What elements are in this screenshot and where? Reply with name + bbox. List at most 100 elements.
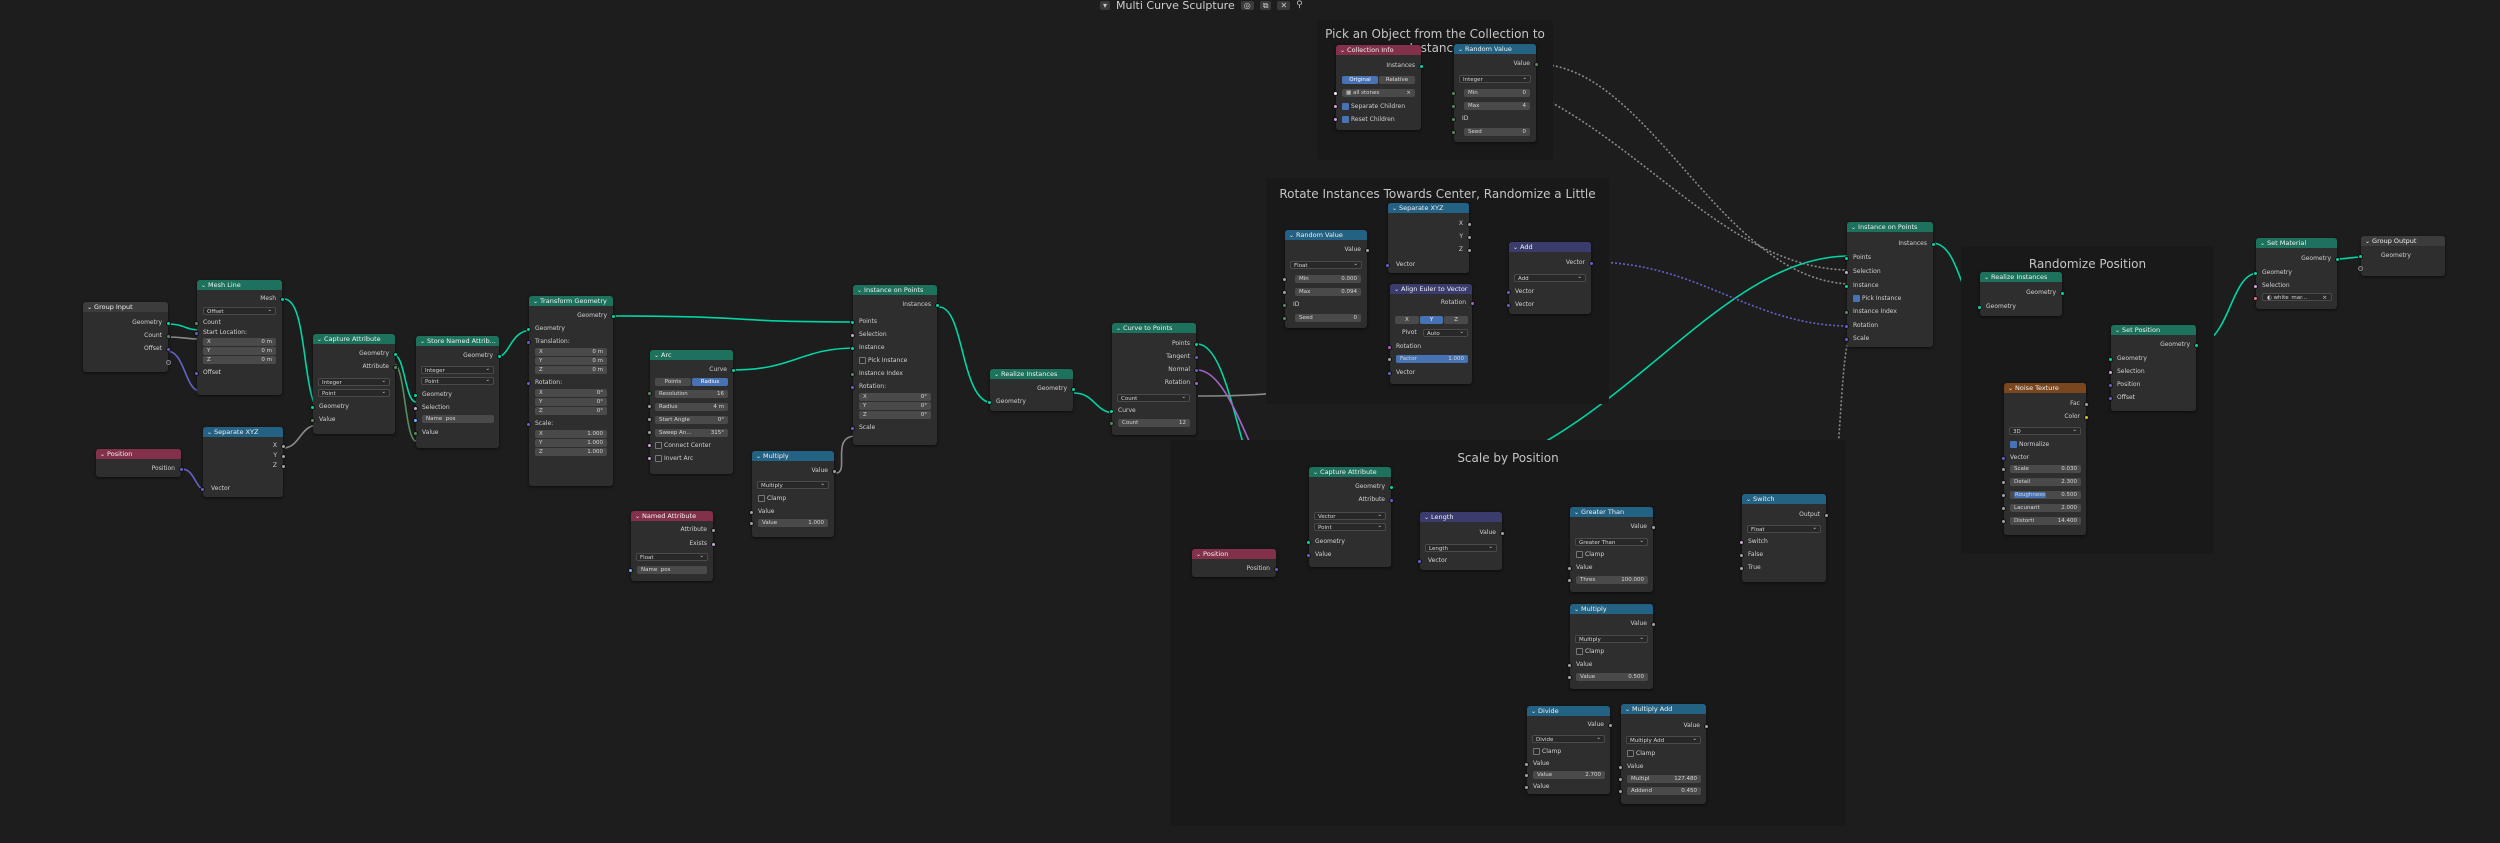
output-socket[interactable]: [1467, 235, 1472, 240]
input-socket[interactable]: [647, 456, 652, 461]
input-socket[interactable]: [194, 331, 199, 336]
input-socket[interactable]: [1977, 305, 1982, 310]
data-type-dropdown[interactable]: Vector: [1314, 512, 1386, 520]
original-option[interactable]: Original: [1342, 76, 1378, 84]
operation-dropdown[interactable]: Add: [1514, 274, 1586, 282]
input-socket[interactable]: [1282, 290, 1287, 295]
input-socket[interactable]: [1451, 91, 1456, 96]
output-socket[interactable]: [711, 542, 716, 547]
input-socket[interactable]: [2001, 480, 2006, 485]
output-socket[interactable]: [166, 321, 171, 326]
output-socket[interactable]: [2084, 402, 2089, 407]
input-socket[interactable]: [2108, 383, 2113, 388]
output-socket[interactable]: [166, 347, 171, 352]
input-socket[interactable]: [2001, 493, 2006, 498]
node-tree-type-dropdown[interactable]: ▾: [1100, 0, 1111, 10]
node-header[interactable]: ⌄ Set Material: [2256, 238, 2337, 248]
node-named-attribute[interactable]: ⌄ Named Attribute Attribute Exists Float …: [628, 511, 716, 581]
clamp-checkbox[interactable]: Clamp: [1627, 749, 1655, 758]
data-type-dropdown[interactable]: Float: [1290, 261, 1362, 269]
axis-y-option[interactable]: Y: [1419, 316, 1444, 324]
output-socket[interactable]: [179, 467, 184, 472]
input-socket[interactable]: [2001, 456, 2006, 461]
operation-dropdown[interactable]: Greater Than: [1575, 538, 1648, 546]
output-socket[interactable]: [393, 365, 398, 370]
node-tree-title[interactable]: Multi Curve Sculpture: [1116, 0, 1235, 12]
separate-children-checkbox[interactable]: Separate Children: [1342, 102, 1405, 111]
node-header[interactable]: ⌄ Divide: [1527, 706, 1610, 716]
node-header[interactable]: ⌄ Random Value: [1454, 44, 1536, 54]
rotation-x-field[interactable]: X 0°: [535, 389, 607, 397]
input-socket[interactable]: [1567, 566, 1572, 571]
translation-z-field[interactable]: Z0 m: [535, 366, 607, 374]
output-socket[interactable]: [2060, 291, 2065, 296]
scale-field[interactable]: Scale 0.030: [2010, 465, 2081, 473]
node-capture-attribute[interactable]: ⌄ Capture Attribute Geometry Attribute Ve…: [1306, 467, 1394, 567]
connect-center-checkbox[interactable]: Connect Center: [655, 441, 711, 450]
node-curve-to-points[interactable]: ⌄ Curve to Points Points Tangent Normal R…: [1109, 323, 1199, 435]
output-socket[interactable]: [1824, 513, 1829, 518]
input-socket[interactable]: [1506, 290, 1511, 295]
input-socket[interactable]: [194, 371, 199, 376]
node-separate-xyz[interactable]: ⌄ Separate XYZ X Y Z Vector: [1385, 203, 1472, 273]
node-header[interactable]: ⌄ Group Input: [83, 302, 168, 312]
output-socket[interactable]: [2194, 343, 2199, 348]
input-socket[interactable]: [1739, 566, 1744, 571]
node-random-value[interactable]: ⌄Random Value Value Integer Min0 Max4 ID…: [1451, 44, 1539, 142]
output-socket[interactable]: [166, 360, 171, 365]
node-group-output[interactable]: ⌄ Group Output Geometry: [2358, 236, 2445, 276]
node-header[interactable]: ⌄ Switch: [1742, 494, 1826, 504]
input-socket[interactable]: [1387, 345, 1392, 350]
material-field[interactable]: ◐ white_mar... ×: [2262, 293, 2332, 301]
output-socket[interactable]: [1534, 62, 1539, 67]
collection-field[interactable]: ▦ all stones ×: [1342, 89, 1415, 97]
node-mesh-line[interactable]: ⌄Mesh Line Mesh Offset Count Start Locat…: [194, 280, 285, 395]
input-socket[interactable]: [1109, 409, 1114, 414]
node-header[interactable]: ⌄ Realize Instances: [1980, 272, 2062, 282]
input-socket[interactable]: [850, 372, 855, 377]
node-vector-length[interactable]: ⌄Length Value Length Vector: [1417, 512, 1505, 570]
node-header[interactable]: ⌄ Instance on Points: [1847, 222, 1933, 232]
node-header[interactable]: ⌄ Mesh Line: [197, 280, 282, 290]
pick-instance-checkbox[interactable]: Pick Instance: [1853, 294, 1901, 303]
input-socket[interactable]: [1844, 310, 1849, 315]
duplicate-icon[interactable]: ⧉: [1259, 0, 1272, 10]
input-socket[interactable]: [526, 422, 531, 427]
rotation-y-field[interactable]: Y 0°: [859, 402, 931, 410]
normalize-checkbox[interactable]: Normalize: [2010, 440, 2049, 449]
node-math-multiply[interactable]: ⌄Multiply Value Multiply Clamp Value Val…: [1567, 604, 1656, 689]
input-socket[interactable]: [200, 487, 205, 492]
output-socket[interactable]: [1608, 723, 1613, 728]
node-math-multiply-add[interactable]: ⌄Multiply Add Value Multiply Add Clamp V…: [1618, 704, 1709, 804]
input-socket[interactable]: [1385, 263, 1390, 268]
input-socket[interactable]: [1282, 303, 1287, 308]
output-socket[interactable]: [281, 454, 286, 459]
node-set-material[interactable]: ⌄ Set Material Geometry Geometry Selectio…: [2253, 238, 2340, 309]
data-type-dropdown[interactable]: Integer: [1459, 75, 1531, 83]
node-header[interactable]: ⌄ Instance on Points: [853, 285, 937, 295]
output-socket[interactable]: [1704, 724, 1709, 729]
operation-dropdown[interactable]: Multiply: [757, 481, 829, 489]
mode-radius-option[interactable]: Radius: [692, 378, 728, 386]
output-socket[interactable]: [1419, 64, 1424, 69]
data-type-dropdown[interactable]: Integer: [318, 378, 390, 386]
node-header[interactable]: ⌄ Greater Than: [1570, 507, 1653, 517]
node-math-greater-than[interactable]: ⌄Greater Than Value Greater Than Clamp V…: [1567, 507, 1656, 592]
node-header[interactable]: ⌄ Store Named Attrib...: [416, 336, 499, 346]
axis-x-option[interactable]: X: [1395, 316, 1419, 324]
rotation-z-field[interactable]: Z 0°: [535, 407, 607, 415]
node-header[interactable]: ⌄ Arc: [650, 350, 733, 360]
input-socket[interactable]: [1567, 663, 1572, 668]
domain-dropdown[interactable]: Point: [318, 389, 390, 397]
input-socket[interactable]: [413, 393, 418, 398]
node-header[interactable]: ⌄ Position: [1192, 549, 1276, 559]
pivot-dropdown[interactable]: Auto: [1423, 329, 1468, 337]
input-socket[interactable]: [1844, 324, 1849, 329]
node-header[interactable]: ⌄ Curve to Points: [1112, 323, 1196, 333]
input-socket[interactable]: [413, 431, 418, 436]
output-socket[interactable]: [497, 354, 502, 359]
node-header[interactable]: ⌄ Multiply: [752, 451, 834, 461]
output-socket[interactable]: [281, 464, 286, 469]
input-socket[interactable]: [310, 405, 315, 410]
arc-mode-toggle[interactable]: Points Radius: [655, 378, 728, 386]
